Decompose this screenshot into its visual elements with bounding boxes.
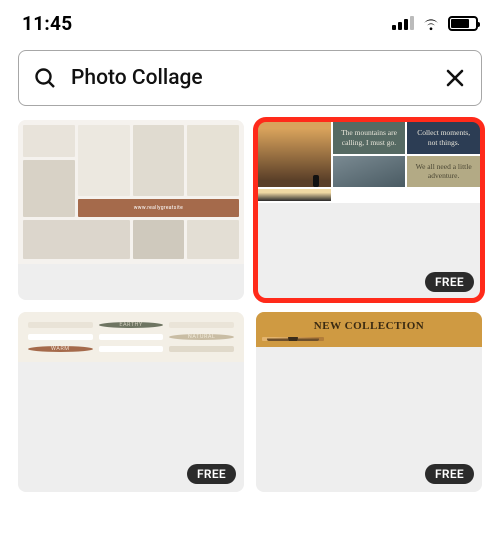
status-time: 11:45 xyxy=(22,12,72,35)
search-icon xyxy=(33,66,57,90)
wifi-icon xyxy=(421,16,441,31)
cellular-signal-icon xyxy=(392,16,414,30)
template-card-interior[interactable]: www.reallygreatsite xyxy=(18,120,244,300)
photo-panel xyxy=(258,122,331,187)
quote-text: The mountains are calling, I must go. xyxy=(333,122,406,154)
photo-panel xyxy=(99,346,164,352)
template-card-new-collection[interactable]: NEW COLLECTION FREE xyxy=(256,312,482,492)
photo-panel xyxy=(169,346,234,352)
photo-panel xyxy=(28,334,93,340)
photo-panel xyxy=(262,337,324,341)
battery-icon xyxy=(448,16,478,31)
photo-panel xyxy=(169,322,234,328)
photo-panel xyxy=(333,156,406,188)
quote-text: Collect moments, not things. xyxy=(407,122,480,154)
quote-text: We all need a little adventure. xyxy=(407,156,480,188)
status-icons xyxy=(392,16,478,31)
circle-label: NATURAL xyxy=(169,334,234,340)
circle-label: EARTHY xyxy=(99,322,164,328)
clear-search-button[interactable] xyxy=(443,66,467,90)
status-bar: 11:45 xyxy=(0,0,500,44)
template-title: NEW COLLECTION xyxy=(262,318,476,337)
photo-panel xyxy=(28,322,93,328)
template-card-mountain-quotes[interactable]: The mountains are calling, I must go. Co… xyxy=(256,120,482,300)
template-grid: www.reallygreatsite The mountains are ca… xyxy=(0,120,500,506)
free-badge: FREE xyxy=(425,272,474,292)
search-container: Photo Collage xyxy=(0,44,500,120)
template-watermark: www.reallygreatsite xyxy=(134,205,183,211)
search-box[interactable]: Photo Collage xyxy=(18,50,482,106)
template-card-earthy-grid[interactable]: EARTHY NATURAL WARM FREE xyxy=(18,312,244,492)
photo-panel xyxy=(258,189,331,201)
free-badge: FREE xyxy=(425,464,474,484)
free-badge: FREE xyxy=(187,464,236,484)
search-input[interactable]: Photo Collage xyxy=(71,66,429,90)
circle-label: WARM xyxy=(28,346,93,352)
photo-panel xyxy=(99,334,164,340)
close-icon xyxy=(443,66,467,90)
